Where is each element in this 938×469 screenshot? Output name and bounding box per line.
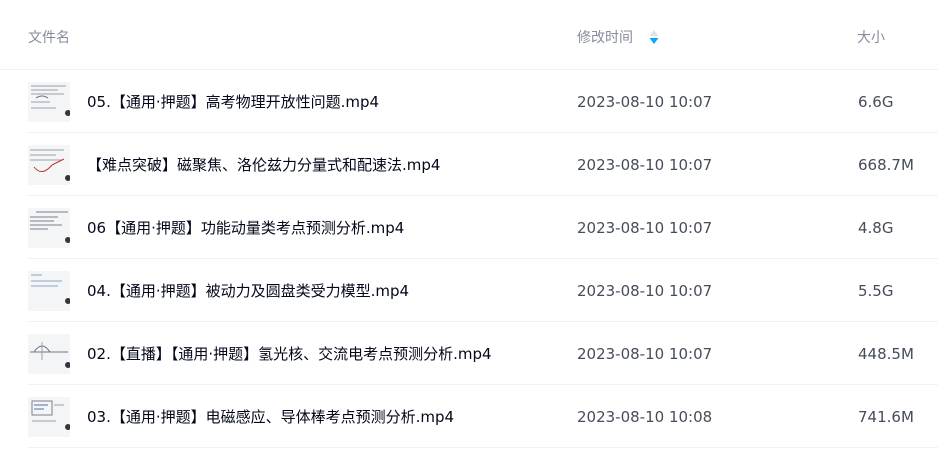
file-row[interactable]: 【难点突破】磁聚焦、洛伦兹力分量式和配速法.mp4 2023-08-10 10:…	[28, 133, 938, 196]
file-name[interactable]: 【难点突破】磁聚焦、洛伦兹力分量式和配速法.mp4	[87, 154, 440, 176]
file-modified-time: 2023-08-10 10:07	[577, 345, 713, 363]
file-row[interactable]: 05.【通用·押题】高考物理开放性问题.mp4 2023-08-10 10:07…	[28, 70, 938, 133]
file-name[interactable]: 06【通用·押题】功能动量类考点预测分析.mp4	[87, 217, 404, 239]
file-modified-time: 2023-08-10 10:08	[577, 408, 713, 426]
sort-descending-icon[interactable]	[648, 29, 660, 45]
file-size: 668.7M	[858, 156, 914, 174]
video-thumbnail-icon	[28, 334, 70, 374]
file-name[interactable]: 04.【通用·押题】被动力及圆盘类受力模型.mp4	[87, 280, 409, 302]
file-name[interactable]: 02.【直播】【通用·押题】氢光核、交流电考点预测分析.mp4	[87, 343, 492, 365]
file-size: 4.8G	[858, 219, 894, 237]
video-thumbnail-icon	[28, 145, 70, 185]
table-header: 文件名 修改时间 大小	[0, 0, 938, 70]
file-list-table: 文件名 修改时间 大小 05.【通用·押题】高考物理开放性问题.mp4 2023…	[0, 0, 938, 469]
file-modified-time: 2023-08-10 10:07	[577, 156, 713, 174]
video-thumbnail-icon	[28, 82, 70, 122]
column-header-name[interactable]: 文件名	[28, 28, 70, 48]
file-modified-time: 2023-08-10 10:07	[577, 282, 713, 300]
file-name[interactable]: 03.【通用·押题】电磁感应、导体棒考点预测分析.mp4	[87, 406, 454, 428]
file-modified-time: 2023-08-10 10:07	[577, 93, 713, 111]
file-size: 448.5M	[858, 345, 914, 363]
video-thumbnail-icon	[28, 208, 70, 248]
file-modified-time: 2023-08-10 10:07	[577, 219, 713, 237]
column-header-size[interactable]: 大小	[857, 28, 885, 48]
video-thumbnail-icon	[28, 271, 70, 311]
file-size: 6.6G	[858, 93, 894, 111]
file-name[interactable]: 05.【通用·押题】高考物理开放性问题.mp4	[87, 91, 379, 113]
column-header-modified-time[interactable]: 修改时间	[577, 28, 633, 48]
file-size: 5.5G	[858, 282, 894, 300]
file-row[interactable]: 04.【通用·押题】被动力及圆盘类受力模型.mp4 2023-08-10 10:…	[28, 259, 938, 322]
file-row[interactable]: 03.【通用·押题】电磁感应、导体棒考点预测分析.mp4 2023-08-10 …	[28, 385, 938, 448]
video-thumbnail-icon	[28, 397, 70, 437]
file-row[interactable]: 02.【直播】【通用·押题】氢光核、交流电考点预测分析.mp4 2023-08-…	[28, 322, 938, 385]
file-size: 741.6M	[858, 408, 914, 426]
file-row[interactable]: 06【通用·押题】功能动量类考点预测分析.mp4 2023-08-10 10:0…	[28, 196, 938, 259]
